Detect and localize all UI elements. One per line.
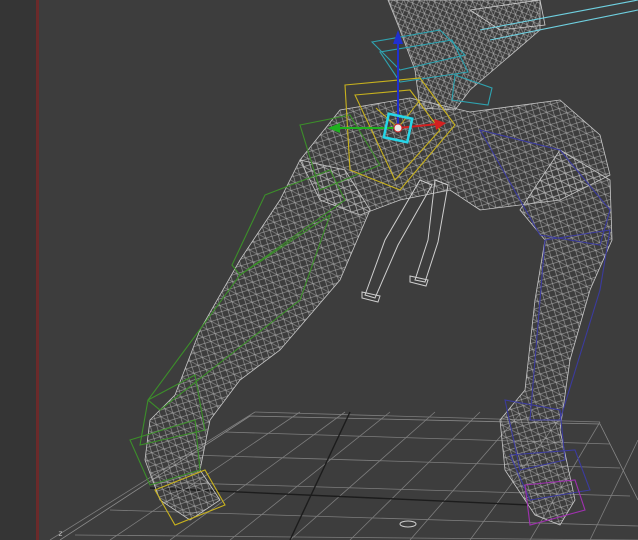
viewport-scene[interactable] [0,0,638,540]
axis-indicator-label: z [58,529,63,538]
3d-viewport[interactable]: z [0,0,638,540]
pivot-icon [399,520,417,528]
upper-mesh [387,0,546,111]
right-leg-mesh [499,149,613,526]
left-leg-mesh [144,159,371,521]
